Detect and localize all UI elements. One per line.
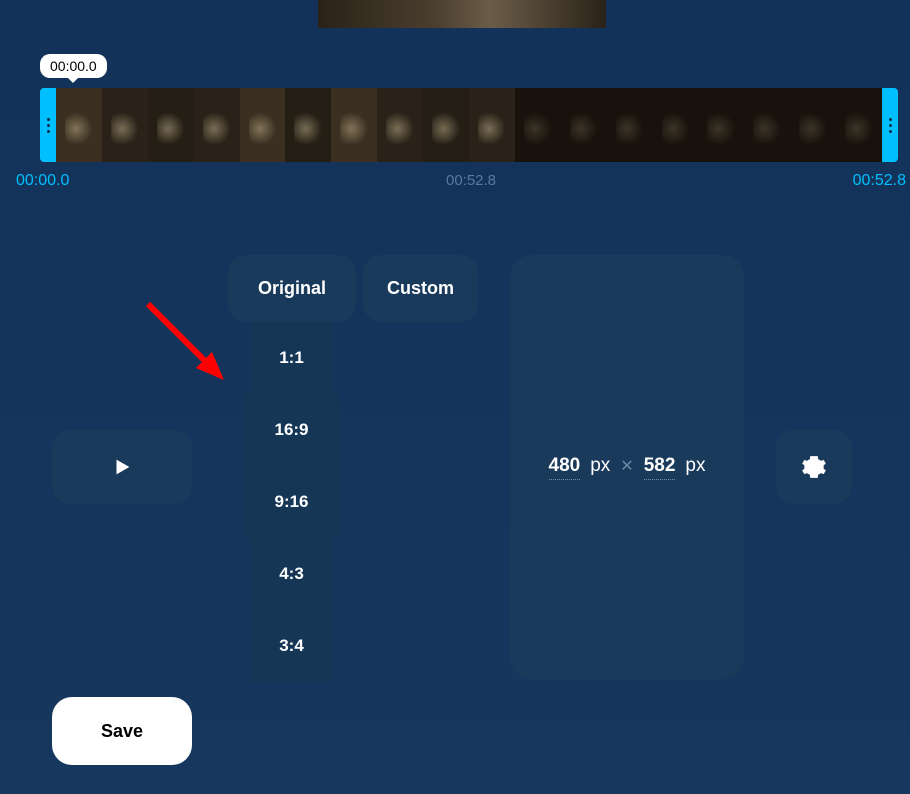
timeline-frame <box>102 88 148 162</box>
width-unit: px <box>590 455 610 477</box>
dimensions-row: 480 px ✕ 582 px <box>549 455 706 480</box>
playhead-time-badge: 00:00.0 <box>40 54 107 78</box>
frames-strip[interactable] <box>56 88 882 162</box>
timeline-frame <box>56 88 102 162</box>
play-icon <box>111 456 133 478</box>
settings-button[interactable] <box>776 430 852 504</box>
dimension-separator-icon: ✕ <box>620 456 633 476</box>
trim-handle-right[interactable] <box>882 88 898 162</box>
timeline-frame <box>515 88 561 162</box>
timeline-frame <box>331 88 377 162</box>
timeline-frame <box>790 88 836 162</box>
trim-handle-left[interactable] <box>40 88 56 162</box>
save-button[interactable]: Save <box>52 697 192 765</box>
ratio-3-4[interactable]: 3:4 <box>250 610 333 682</box>
timeline-frame <box>653 88 699 162</box>
timeline-frame <box>285 88 331 162</box>
tab-original[interactable]: Original <box>228 255 356 322</box>
ratio-16-9[interactable]: 16:9 <box>244 394 339 466</box>
ratio-9-16[interactable]: 9:16 <box>244 466 339 538</box>
ratio-1-1[interactable]: 1:1 <box>250 322 333 394</box>
timeline-frame <box>194 88 240 162</box>
timeline-frame <box>607 88 653 162</box>
height-unit: px <box>685 455 705 477</box>
timeline-strip[interactable] <box>40 88 898 162</box>
gear-icon <box>801 454 827 480</box>
ratio-4-3[interactable]: 4:3 <box>250 538 333 610</box>
height-value[interactable]: 582 <box>644 455 676 480</box>
timeline-frame <box>836 88 882 162</box>
video-preview-thumb <box>318 0 606 28</box>
timeline-frame <box>423 88 469 162</box>
time-mid-label: 00:52.8 <box>446 172 496 189</box>
timeline-frame <box>561 88 607 162</box>
timeline-frame <box>377 88 423 162</box>
width-value[interactable]: 480 <box>549 455 581 480</box>
aspect-ratio-list: 1:1 16:9 9:16 4:3 3:4 <box>244 322 339 682</box>
time-start-label: 00:00.0 <box>16 172 69 190</box>
timeline-frame <box>148 88 194 162</box>
timeline-frame <box>698 88 744 162</box>
tab-custom[interactable]: Custom <box>363 255 478 322</box>
dimensions-panel: 480 px ✕ 582 px <box>510 255 744 679</box>
timeline-frame <box>469 88 515 162</box>
timeline-frame <box>744 88 790 162</box>
time-end-label: 00:52.8 <box>853 172 906 190</box>
play-button[interactable] <box>52 430 192 504</box>
annotation-arrow-icon <box>140 296 240 396</box>
timeline-frame <box>240 88 286 162</box>
